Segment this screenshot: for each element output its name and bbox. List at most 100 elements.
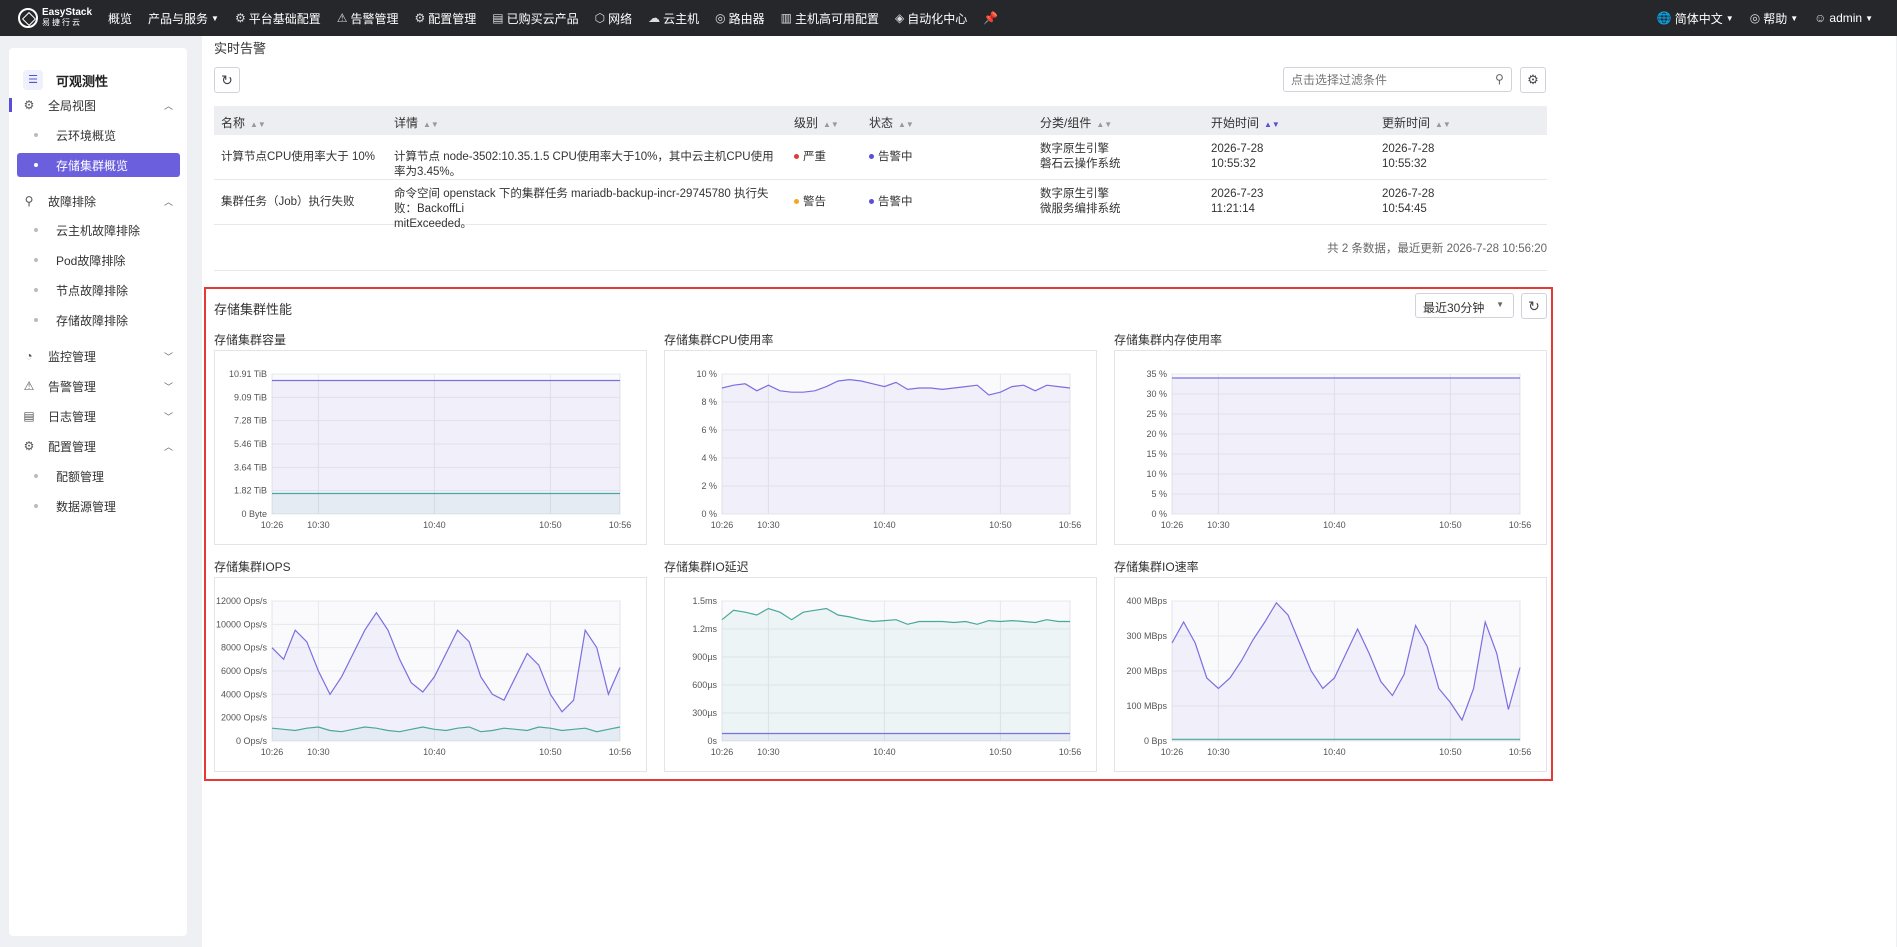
- nav-item[interactable]: ⚙ 配置管理: [407, 0, 485, 36]
- status-label: 告警中: [878, 151, 913, 163]
- column-status[interactable]: 状态 ▲▼: [869, 114, 914, 131]
- level-label: 警告: [803, 196, 826, 208]
- nav-label: 云主机: [663, 11, 700, 26]
- sidebar-group[interactable]: ⚲ 故障排除 ︿: [9, 190, 187, 212]
- nav-item[interactable]: ◈ 自动化中心: [887, 0, 975, 36]
- y-tick-label: 400 MBps: [1126, 596, 1167, 606]
- search-icon: ⚲: [1495, 72, 1504, 86]
- help-menu[interactable]: ◎ 帮助 ▼: [1742, 0, 1806, 36]
- alert-category: 数字原生引擎 磐石云操作系统: [1040, 142, 1121, 172]
- sidebar-item[interactable]: 云环境概览: [17, 123, 180, 147]
- chart-svg: 0s 300µs 600µs 900µs 1.2ms 1.5ms 10:26 10:30 10:…: [692, 596, 1081, 757]
- y-tick-label: 35 %: [1146, 369, 1167, 379]
- chart-title: 存储集群内存使用率: [1114, 333, 1223, 347]
- sidebar-group[interactable]: ⚠ 告警管理 ﹀: [9, 375, 187, 397]
- nav-label: 已购买云产品: [506, 11, 579, 26]
- nav-label: 主机高可用配置: [795, 11, 880, 26]
- x-tick-label: 10:56: [609, 520, 632, 530]
- alerts-refresh-button[interactable]: ↻: [214, 67, 240, 93]
- bullet-icon: [34, 288, 38, 292]
- sidebar-group[interactable]: ⚙ 全局视图 ︿: [9, 94, 187, 116]
- perf-title: 存储集群性能: [214, 302, 293, 317]
- sidebar-group[interactable]: ⚙ 配置管理 ︿: [9, 435, 187, 457]
- y-tick-label: 900µs: [692, 652, 717, 662]
- time-range-value: 最近30分钟: [1423, 301, 1485, 315]
- table-settings-button[interactable]: ⚙: [1520, 67, 1546, 93]
- y-tick-label: 10.91 TiB: [229, 369, 267, 379]
- sidebar-item[interactable]: Pod故障排除: [17, 248, 180, 272]
- time-range-select[interactable]: 最近30分钟 ▼: [1415, 293, 1514, 318]
- sort-icon: ▲▼: [250, 120, 266, 129]
- chart-svg: 0 Byte 1.82 TiB 3.64 TiB 5.46 TiB 7.28 TiB 9.…: [229, 369, 632, 530]
- y-tick-label: 200 MBps: [1126, 666, 1167, 676]
- brand-logo[interactable]: EasyStack 易捷行云: [0, 8, 100, 28]
- chart-title: 存储集群容量: [214, 333, 287, 347]
- y-tick-label: 2000 Ops/s: [221, 713, 268, 723]
- main-content: 实时告警 ↻ ⚲ ⚙ 名称 ▲▼ 详情 ▲▼ 级别 ▲▼ 状态 ▲▼ 分类/组件 ▲▼ 开…: [202, 36, 1896, 947]
- column-level[interactable]: 级别 ▲▼: [794, 114, 839, 131]
- sidebar-group[interactable]: ▤ 日志管理 ﹀: [9, 405, 187, 427]
- sidebar-group[interactable]: ◔ 监控管理 ﹀: [9, 345, 187, 367]
- user-menu[interactable]: ☺ admin ▼: [1806, 0, 1881, 36]
- y-tick-label: 10 %: [696, 369, 717, 379]
- nav-item[interactable]: ☁ 云主机: [640, 0, 707, 36]
- sidebar-item[interactable]: 节点故障排除: [17, 278, 180, 302]
- x-tick-label: 10:40: [873, 520, 896, 530]
- column-start-time[interactable]: 开始时间 ▲▼: [1211, 114, 1280, 131]
- nav-item[interactable]: 📌: [975, 0, 1009, 36]
- user-icon: ☺: [1814, 11, 1827, 25]
- brand-subtitle: 易捷行云: [42, 18, 82, 27]
- nav-label: 告警管理: [350, 11, 399, 26]
- language-menu[interactable]: 🌐 简体中文 ▼: [1649, 0, 1742, 36]
- table-row[interactable]: 计算节点CPU使用率大于 10% 计算节点 node-3502:10.35.1.5…: [214, 135, 1547, 180]
- nav-icon: ⚙: [414, 11, 426, 25]
- nav-label: 网络: [608, 11, 633, 26]
- perf-refresh-button[interactable]: ↻: [1521, 293, 1547, 319]
- x-tick-label: 10:30: [307, 747, 330, 757]
- nav-item[interactable]: ⚠ 告警管理: [329, 0, 407, 36]
- sidebar-item[interactable]: 存储故障排除: [17, 308, 180, 332]
- y-tick-label: 5.46 TiB: [234, 439, 267, 449]
- column-label: 分类/组件: [1040, 116, 1092, 130]
- nav-item[interactable]: 概览: [100, 0, 140, 36]
- bullet-icon: [34, 163, 38, 167]
- x-tick-label: 10:40: [1323, 747, 1346, 757]
- nav-item[interactable]: ⬡ 网络: [587, 0, 641, 36]
- y-tick-label: 4000 Ops/s: [221, 689, 268, 699]
- sidebar-item[interactable]: 配额管理: [17, 464, 180, 488]
- category-line: 数字原生引擎: [1040, 188, 1109, 200]
- series-area: [272, 493, 620, 514]
- nav-item[interactable]: 产品与服务 ▼: [140, 0, 227, 36]
- nav-icon: ◎: [715, 11, 726, 25]
- x-tick-label: 10:30: [1207, 747, 1230, 757]
- sidebar-item[interactable]: 存储集群概览: [17, 153, 180, 177]
- nav-icon: ☁: [648, 11, 661, 25]
- table-row[interactable]: 集群任务（Job）执行失败 命令空间 openstack 下的集群任务 maria…: [214, 180, 1547, 230]
- time: 10:55:32: [1382, 158, 1427, 170]
- alerts-filter-input[interactable]: [1283, 67, 1512, 92]
- sidebar-item[interactable]: 云主机故障排除: [17, 218, 180, 242]
- column-category[interactable]: 分类/组件 ▲▼: [1040, 114, 1112, 131]
- sidebar-item[interactable]: 数据源管理: [17, 494, 180, 518]
- x-tick-label: 10:50: [539, 747, 562, 757]
- nav-item[interactable]: ▥ 主机高可用配置: [773, 0, 887, 36]
- gear-icon: ⚙: [1527, 72, 1539, 87]
- column-update-time[interactable]: 更新时间 ▲▼: [1382, 114, 1451, 131]
- group-icon: ⚲: [24, 194, 34, 208]
- nav-item[interactable]: ⚙ 平台基础配置: [227, 0, 329, 36]
- x-tick-label: 10:40: [423, 520, 446, 530]
- column-detail[interactable]: 详情 ▲▼: [394, 114, 439, 131]
- y-tick-label: 6 %: [701, 425, 717, 435]
- x-tick-label: 10:50: [989, 520, 1012, 530]
- y-tick-label: 25 %: [1146, 409, 1167, 419]
- nav-item[interactable]: ▤ 已购买云产品: [484, 0, 586, 36]
- nav-icon: ▤: [492, 11, 504, 25]
- caret-down-icon: ▼: [1790, 13, 1799, 23]
- alert-level: 严重: [794, 150, 826, 165]
- nav-item[interactable]: ◎ 路由器: [707, 0, 773, 36]
- y-tick-label: 5 %: [1151, 489, 1167, 499]
- chart-svg: 0 % 2 % 4 % 6 % 8 % 10 % 10:26 10:30 10:40 10:50 1…: [696, 369, 1081, 530]
- detail-line: mitExceeded。: [394, 218, 472, 230]
- column-name[interactable]: 名称 ▲▼: [221, 114, 266, 131]
- y-tick-label: 15 %: [1146, 449, 1167, 459]
